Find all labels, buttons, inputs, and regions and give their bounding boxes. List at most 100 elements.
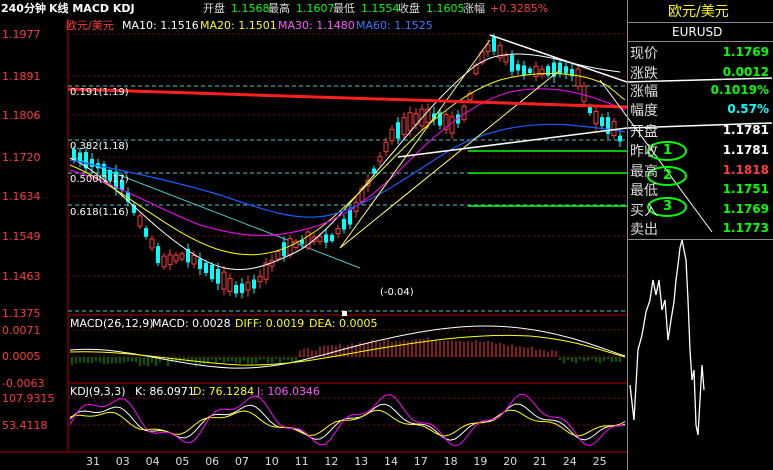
price-tick: 1.1463 <box>2 270 41 283</box>
candle-body <box>492 37 496 52</box>
candle-body <box>240 283 244 294</box>
price-tick: 1.1549 <box>2 230 41 243</box>
candle-body <box>485 44 491 52</box>
candle-body <box>377 156 383 162</box>
candle-body <box>221 271 227 290</box>
price-tick: 1.1806 <box>2 109 41 122</box>
quote-row-label: 开盘 <box>630 124 658 140</box>
kdj-tick: 107.9315 <box>2 392 55 405</box>
candle-body <box>546 66 550 76</box>
date-tick: 06 <box>205 455 220 468</box>
fib-label: 0.382(1.18) <box>70 141 129 152</box>
quote-row-value: 1.1769 <box>722 202 769 216</box>
date-tick: 20 <box>503 455 518 468</box>
date-tick: 07 <box>235 455 249 468</box>
quote-row-value: 1.1781 <box>722 123 769 137</box>
tick-chart <box>629 240 705 436</box>
price-tick: 1.1720 <box>2 151 41 164</box>
quote-row-value: 0.57% <box>727 102 769 116</box>
macd-diff: DIFF: 0.0019 <box>235 317 305 330</box>
fan-line-2 <box>339 69 561 249</box>
candle-body <box>389 128 395 142</box>
candle-body <box>324 234 328 243</box>
quote-row-label: 现价 <box>630 46 658 62</box>
date-tick: 18 <box>443 455 458 468</box>
fib-label: 0.618(1.16) <box>70 207 129 218</box>
candle-body <box>401 117 407 135</box>
macd-tick: -0.0063 <box>2 377 45 390</box>
candle-body <box>516 64 520 71</box>
quote-row-value: 1.1773 <box>722 221 769 235</box>
quote-row-label: 涨幅 <box>630 84 658 100</box>
candle-body <box>198 258 202 269</box>
candle-body <box>383 141 389 153</box>
date-tick: 12 <box>324 455 339 468</box>
candle-body <box>156 246 160 264</box>
candle-body <box>252 279 256 289</box>
quote-row-value: 1.1769 <box>722 45 769 59</box>
trendline-lower <box>397 127 627 158</box>
date-tick: 17 <box>413 455 428 468</box>
candle-body <box>234 285 238 294</box>
candle-body <box>227 277 233 292</box>
macd-value: MACD: 0.0028 <box>152 317 231 330</box>
price-chart-canvas[interactable] <box>0 0 627 470</box>
selection-marker <box>342 311 347 316</box>
price-tick: 1.1977 <box>2 28 41 41</box>
candle-body <box>335 227 341 235</box>
kdj-d-line <box>69 409 626 437</box>
date-tick: 14 <box>384 455 398 468</box>
macd-tick: 0.0071 <box>2 324 41 337</box>
candle-body <box>317 236 323 242</box>
price-tick: 1.1634 <box>2 190 41 203</box>
fib-label: 0.500(1.17) <box>70 174 129 185</box>
candle-body <box>204 262 208 273</box>
quote-row-label: 昨收 <box>630 144 658 160</box>
date-tick: 21 <box>533 455 547 468</box>
candle-body <box>528 68 532 73</box>
candle-body <box>257 275 263 283</box>
quote-row-label: 买入 <box>630 203 658 219</box>
candle-body <box>600 117 604 127</box>
candle-body <box>503 55 509 63</box>
candle-body <box>396 122 400 139</box>
candle-body <box>191 254 197 265</box>
kdj-title: KDJ(9,3,3) <box>70 385 126 398</box>
quote-row-value: 1.1818 <box>722 163 769 177</box>
kdj-k: K: 86.0971 <box>135 385 195 398</box>
symbol-label: 欧元/美元 <box>66 19 114 32</box>
candle-body <box>510 55 514 72</box>
candle-body <box>149 238 155 249</box>
quote-row-value: 1.1781 <box>722 143 769 157</box>
candle-body <box>575 68 581 87</box>
date-tick: 03 <box>115 455 130 468</box>
date-tick: 10 <box>264 455 279 468</box>
price-tick: 1.1375 <box>2 307 41 320</box>
quote-row-label: 最高 <box>630 164 658 180</box>
fib-levels <box>68 85 627 312</box>
candle-body <box>275 250 281 260</box>
candle-body <box>90 158 94 167</box>
kdj-j: J: 106.0346 <box>257 385 320 398</box>
candle-body <box>558 62 562 75</box>
quote-row-label: 卖出 <box>630 222 658 238</box>
date-tick: 11 <box>294 455 309 468</box>
ma20-label: MA20: 1.1501 <box>200 19 277 32</box>
ma60-label: MA60: 1.1525 <box>356 19 433 32</box>
date-tick: 25 <box>592 455 607 468</box>
macd-title: MACD(26,12,9) <box>70 317 154 330</box>
quote-row-label: 幅度 <box>630 103 658 119</box>
quote-panel: 欧元/美元 EURUSD 现价 1.1769 涨跌 0.0012 涨幅 0.1019% 幅度… <box>627 0 773 470</box>
date-tick: 19 <box>473 455 488 468</box>
candle-body <box>449 116 455 134</box>
macd-dea: DEA: 0.0005 <box>309 317 378 330</box>
tick-line <box>629 240 705 436</box>
ma10-label: MA10: 1.1516 <box>122 19 199 32</box>
date-tick: 05 <box>175 455 190 468</box>
kdj-tick: 53.4118 <box>2 419 48 432</box>
candle-body <box>167 254 173 266</box>
candle-body <box>581 85 587 102</box>
candle-body <box>330 234 334 242</box>
date-tick: 31 <box>86 455 100 468</box>
candle-body <box>216 268 220 284</box>
